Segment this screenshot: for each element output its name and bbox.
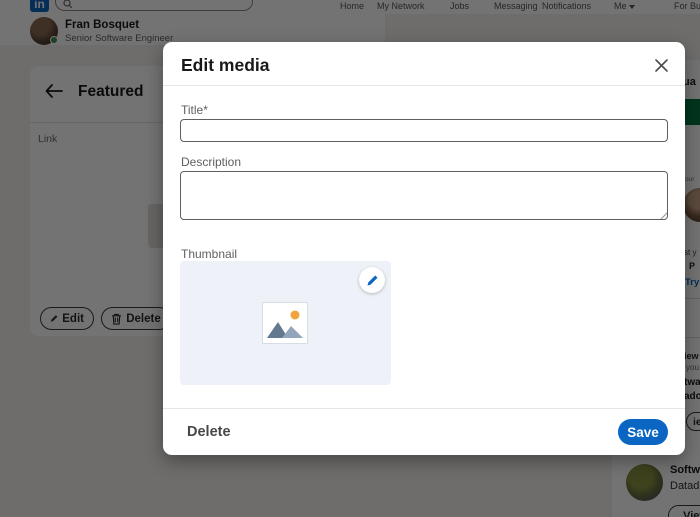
modal-delete-button[interactable]: Delete [187,424,231,440]
image-placeholder-icon [262,302,308,344]
edit-thumbnail-button[interactable] [359,267,385,293]
description-textarea[interactable] [180,171,668,220]
close-icon [654,58,668,72]
title-field-label: Title* [181,103,208,117]
edit-media-modal: Edit media Title* Description Thumbnail … [163,42,685,455]
close-button[interactable] [649,53,673,77]
title-input[interactable] [180,119,668,142]
pencil-icon [366,274,378,286]
thumbnail-preview [180,261,391,385]
modal-footer: Delete Save [163,408,685,455]
save-button[interactable]: Save [618,419,668,445]
thumbnail-field-label: Thumbnail [181,247,238,261]
description-field-label: Description [181,155,242,169]
modal-title: Edit media [181,55,270,75]
screen: in Home My Network Jobs Messaging Notifi… [0,0,700,517]
modal-header: Edit media [163,42,685,86]
